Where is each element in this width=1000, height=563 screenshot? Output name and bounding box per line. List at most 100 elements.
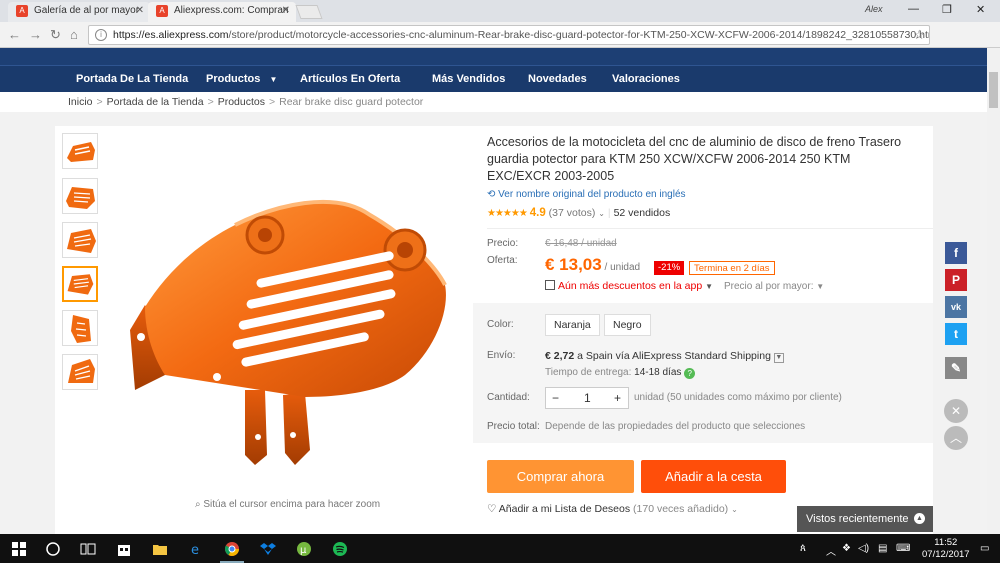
svg-text:e: e (191, 543, 199, 557)
nav-best-sellers[interactable]: Más Vendidos (432, 73, 505, 85)
thumbnail-2[interactable] (62, 178, 98, 214)
close-window-icon[interactable]: ✕ (976, 3, 985, 16)
translate-link[interactable]: ⟲ Ver nombre original del producto en in… (487, 189, 686, 200)
scroll-top-icon[interactable]: ︿ (944, 426, 968, 450)
shipping-info[interactable]: € 2,72 a Spain vía AliExpress Standard S… (545, 350, 784, 363)
tab-title: Aliexpress.com: Compran (174, 5, 289, 16)
facebook-icon[interactable]: f (945, 242, 967, 264)
star-rating-icon[interactable]: ★★★★★ (487, 208, 528, 219)
store-nav: Portada De La Tienda Productos ▼ Artícul… (0, 65, 987, 92)
help-icon[interactable]: ? (684, 368, 696, 379)
wishlist-count: (170 veces añadido) (633, 503, 729, 515)
minus-button[interactable]: − (552, 391, 559, 405)
maximize-icon[interactable]: ❐ (942, 3, 952, 16)
store-icon[interactable] (116, 541, 132, 557)
nav-reviews[interactable]: Valoraciones (612, 73, 680, 85)
total-note: Depende de las propiedades del producto … (545, 421, 806, 432)
reload-icon[interactable]: ↻ (50, 27, 61, 43)
forward-icon[interactable]: → (29, 27, 42, 42)
thumbnail-1[interactable] (62, 133, 98, 169)
task-view-icon[interactable] (80, 541, 96, 557)
nav-offers[interactable]: Artículos En Oferta (300, 73, 400, 85)
minimize-icon[interactable]: — (908, 3, 919, 15)
chrome-icon[interactable] (224, 541, 240, 557)
close-tab-icon[interactable]: ✕ (282, 5, 290, 16)
wholesale-text: Precio al por mayor: (724, 281, 814, 292)
cortana-icon[interactable] (45, 541, 61, 557)
sale-price: € 13,03 / unidad (545, 255, 640, 275)
color-option-black[interactable]: Negro (604, 314, 651, 336)
edge-icon[interactable]: e (188, 541, 204, 557)
file-explorer-icon[interactable] (152, 541, 168, 557)
url-input[interactable]: i https://es.aliexpress.com/store/produc… (88, 25, 930, 45)
windows-taskbar: e µ ጰ ︿ ❖ ◁) ▤ ⌨ 11:52 07/12/2017 ▭ (0, 534, 1000, 563)
translate-icon: ⟲ (487, 189, 496, 200)
spotify-icon[interactable] (332, 541, 348, 557)
nav-new-arrivals[interactable]: Novedades (528, 73, 587, 85)
back-icon[interactable]: ← (8, 27, 21, 42)
recently-viewed-bar[interactable]: Vistos recientemente ▲ (797, 506, 933, 532)
page-scrollbar[interactable] (987, 48, 1000, 534)
dropbox-icon[interactable] (260, 541, 276, 557)
thumbnail-6[interactable] (62, 354, 98, 390)
breadcrumb-separator: > (96, 96, 103, 108)
volume-icon[interactable]: ◁) (858, 543, 869, 554)
thumbnail-3[interactable] (62, 222, 98, 258)
votes-count[interactable]: (37 votos) (549, 207, 596, 219)
zoom-hint-text: Sitúa el cursor encima para hacer zoom (203, 499, 381, 510)
breadcrumb-products[interactable]: Productos (218, 96, 265, 108)
profile-name[interactable]: Alex (865, 4, 883, 14)
aliexpress-favicon-icon: A (156, 5, 168, 17)
app-discount-link[interactable]: Aún más descuentos en la app ▼ (545, 280, 713, 292)
plus-button[interactable]: + (614, 391, 621, 405)
language-icon[interactable]: ⌨ (896, 543, 910, 554)
product-title: Accesorios de la motocicleta del cnc de … (487, 135, 902, 183)
system-clock[interactable]: 11:52 07/12/2017 (922, 537, 970, 561)
buy-now-button[interactable]: Comprar ahora (487, 460, 634, 493)
new-tab-button[interactable] (295, 5, 323, 19)
browser-tab-2[interactable]: A Aliexpress.com: Compran ✕ (148, 2, 296, 22)
breadcrumb-home[interactable]: Inicio (68, 96, 93, 108)
nav-store-home[interactable]: Portada De La Tienda (76, 73, 188, 85)
edit-icon[interactable]: ✎ (945, 357, 967, 379)
bookmark-star-icon[interactable]: ☆ (913, 27, 925, 43)
main-product-image[interactable] (105, 135, 470, 485)
url-path: /store/product/motorcycle-accessories-cn… (228, 29, 930, 41)
quantity-note: unidad (50 unidades como máximo por clie… (634, 392, 842, 403)
vk-icon[interactable]: vk (945, 296, 967, 318)
network-icon[interactable]: ▤ (878, 543, 887, 554)
wishlist-link[interactable]: ♡ Añadir a mi Lista de Deseos (170 veces… (487, 503, 738, 515)
thumbnail-4-selected[interactable] (62, 266, 98, 302)
thumbnail-5[interactable] (62, 310, 98, 346)
price-label: Precio: (487, 238, 519, 249)
info-icon[interactable]: i (95, 29, 107, 41)
close-icon[interactable]: ✕ (944, 399, 968, 423)
color-label: Color: (487, 319, 514, 330)
notifications-icon[interactable]: ▭ (980, 543, 989, 554)
zoom-hint: ⌕ Sitúa el cursor encima para hacer zoom (195, 499, 380, 510)
offer-label: Oferta: (487, 255, 518, 266)
tray-chevron-up-icon[interactable]: ︿ (826, 543, 836, 558)
windows-start-icon[interactable] (11, 541, 27, 557)
chevron-down-icon: ▼ (773, 353, 784, 363)
chevron-down-icon[interactable]: ⌄ (598, 209, 605, 218)
home-icon[interactable]: ⌂ (70, 27, 78, 42)
people-icon[interactable]: ጰ (800, 543, 806, 554)
breadcrumb-store[interactable]: Portada de la Tienda (107, 96, 204, 108)
pinterest-icon[interactable]: P (945, 269, 967, 291)
twitter-icon[interactable]: t (945, 323, 967, 345)
chevron-down-icon: ▼ (816, 282, 825, 291)
browser-tab-1[interactable]: A Galería de al por mayor ✕ (8, 2, 150, 22)
shipping-method: a Spain vía AliExpress Standard Shipping (574, 350, 771, 362)
dropbox-tray-icon[interactable]: ❖ (842, 543, 851, 554)
quantity-input[interactable]: 1 (584, 391, 591, 405)
color-option-orange[interactable]: Naranja (545, 314, 600, 336)
wholesale-price-link[interactable]: Precio al por mayor: ▼ (724, 281, 824, 292)
scrollbar-thumb[interactable] (989, 72, 998, 108)
translate-link-text: Ver nombre original del producto en ingl… (498, 189, 686, 200)
utorrent-icon[interactable]: µ (296, 541, 312, 557)
discount-badge: -21% (654, 261, 685, 275)
nav-products[interactable]: Productos ▼ (206, 73, 277, 85)
add-to-cart-button[interactable]: Añadir a la cesta (641, 460, 786, 493)
close-tab-icon[interactable]: ✕ (136, 5, 144, 16)
